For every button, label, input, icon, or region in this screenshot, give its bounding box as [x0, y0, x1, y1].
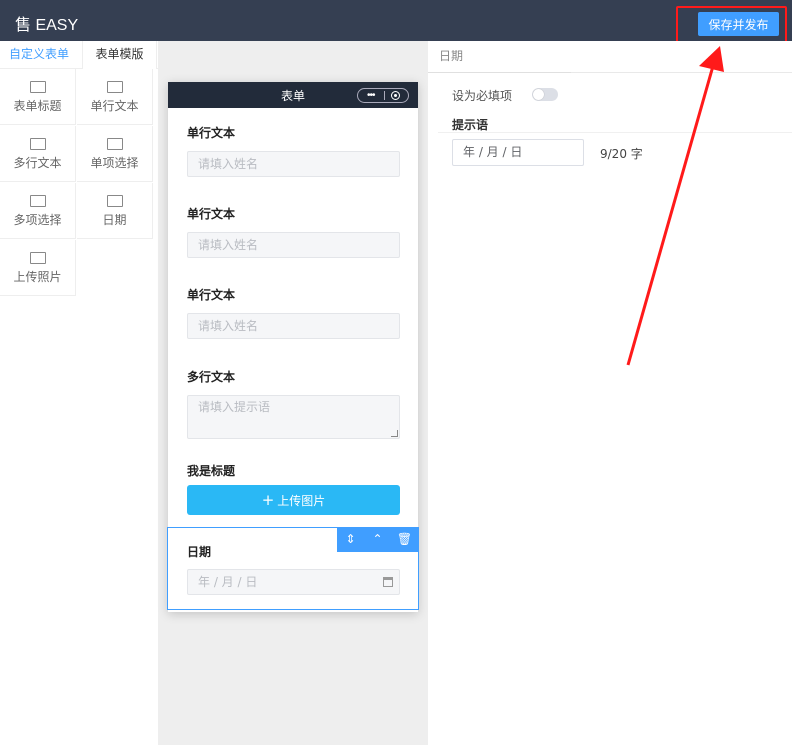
arrow-shaft [626, 65, 715, 366]
arrow-head [699, 46, 724, 72]
annotation-arrow [626, 46, 724, 366]
